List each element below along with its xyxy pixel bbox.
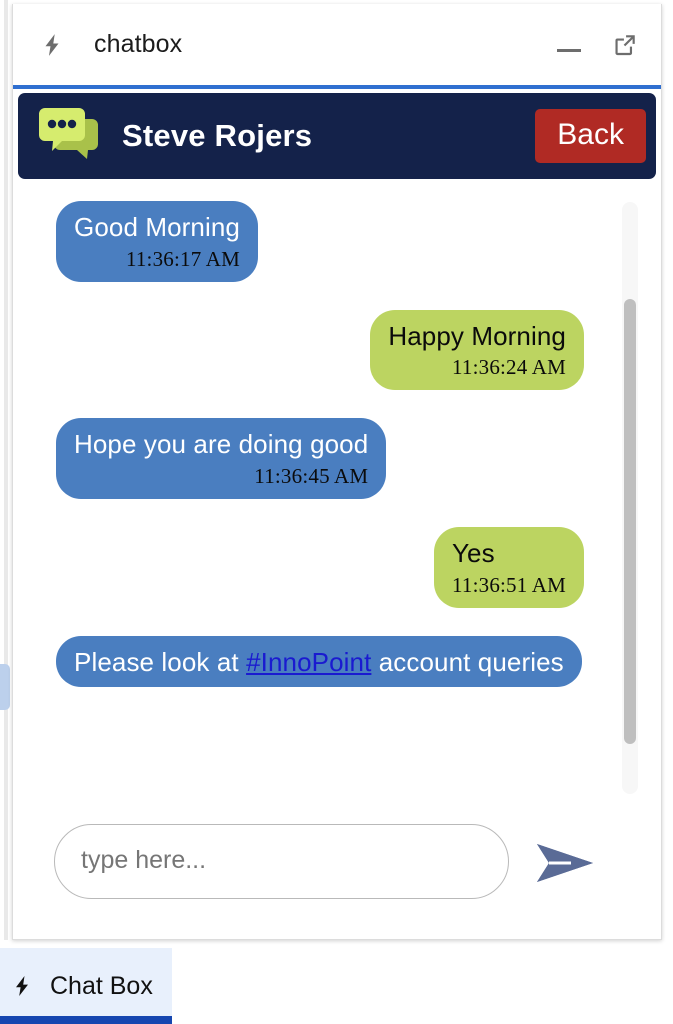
messages-scrollbar-thumb[interactable] xyxy=(624,299,636,744)
message-text-after: account queries xyxy=(371,646,564,677)
message-text: Hope you are doing good xyxy=(74,429,369,460)
message-row: Hope you are doing good 11:36:45 AM xyxy=(18,418,656,500)
taskbar: Chat Box xyxy=(0,948,673,1024)
left-edge-rail xyxy=(4,0,8,940)
message-timestamp: 11:36:51 AM xyxy=(451,572,566,597)
expand-window-icon[interactable] xyxy=(611,31,639,59)
chat-header: Steve Rojers Back xyxy=(18,93,656,179)
message-timestamp: 11:36:24 AM xyxy=(451,355,566,380)
send-button[interactable] xyxy=(535,840,597,888)
message-row: Yes 11:36:51 AM xyxy=(18,527,656,608)
left-edge-peek-tab[interactable] xyxy=(0,664,10,710)
chat-bubbles-icon xyxy=(36,105,100,167)
window-title: chatbox xyxy=(94,30,183,58)
bolt-icon xyxy=(10,971,34,1001)
message-bubble-incoming[interactable]: Good Morning 11:36:17 AM xyxy=(56,201,258,282)
message-text: Yes xyxy=(451,538,495,569)
hashtag-link[interactable]: #InnoPoint xyxy=(246,647,371,677)
message-bubble-outgoing[interactable]: Happy Morning 11:36:24 AM xyxy=(370,309,584,391)
message-row: Please look at #InnoPoint account querie… xyxy=(18,635,656,688)
taskbar-active-indicator xyxy=(0,1016,172,1024)
message-timestamp: 11:36:17 AM xyxy=(125,246,240,271)
message-text: Good Morning xyxy=(74,212,240,242)
screen: chatbox Steve Rojers Back Good Morning 1… xyxy=(0,0,673,1024)
message-bubble-incoming[interactable]: Please look at #InnoPoint account querie… xyxy=(56,635,582,688)
message-bubble-incoming[interactable]: Hope you are doing good 11:36:45 AM xyxy=(56,418,387,500)
message-row: Good Morning 11:36:17 AM xyxy=(18,201,656,282)
messages-scrollbar-track[interactable] xyxy=(622,202,638,794)
messages-list: Good Morning 11:36:17 AM Happy Morning 1… xyxy=(18,187,656,688)
contact-name: Steve Rojers xyxy=(122,118,313,153)
taskbar-item-label: Chat Box xyxy=(50,971,153,1000)
title-accent-divider xyxy=(13,85,661,89)
message-text: Please look at #InnoPoint account querie… xyxy=(74,647,564,678)
taskbar-item-chat-box[interactable]: Chat Box xyxy=(0,948,172,1024)
message-input[interactable] xyxy=(54,824,509,899)
messages-pane: Good Morning 11:36:17 AM Happy Morning 1… xyxy=(18,187,656,808)
message-row: Happy Morning 11:36:24 AM xyxy=(18,309,656,391)
send-paper-plane-icon xyxy=(535,840,597,889)
message-text-before: Please look at xyxy=(74,646,247,677)
window-title-bar: chatbox xyxy=(13,4,661,85)
bolt-icon xyxy=(39,29,65,61)
message-bubble-outgoing[interactable]: Yes 11:36:51 AM xyxy=(433,527,584,608)
minimize-icon[interactable] xyxy=(555,31,583,59)
message-composer xyxy=(18,808,656,935)
message-timestamp: 11:36:45 AM xyxy=(254,464,369,489)
message-text: Happy Morning xyxy=(388,320,566,351)
chat-widget-window: chatbox Steve Rojers Back Good Morning 1… xyxy=(12,4,662,940)
window-controls xyxy=(555,31,639,59)
back-button[interactable]: Back xyxy=(535,109,646,163)
